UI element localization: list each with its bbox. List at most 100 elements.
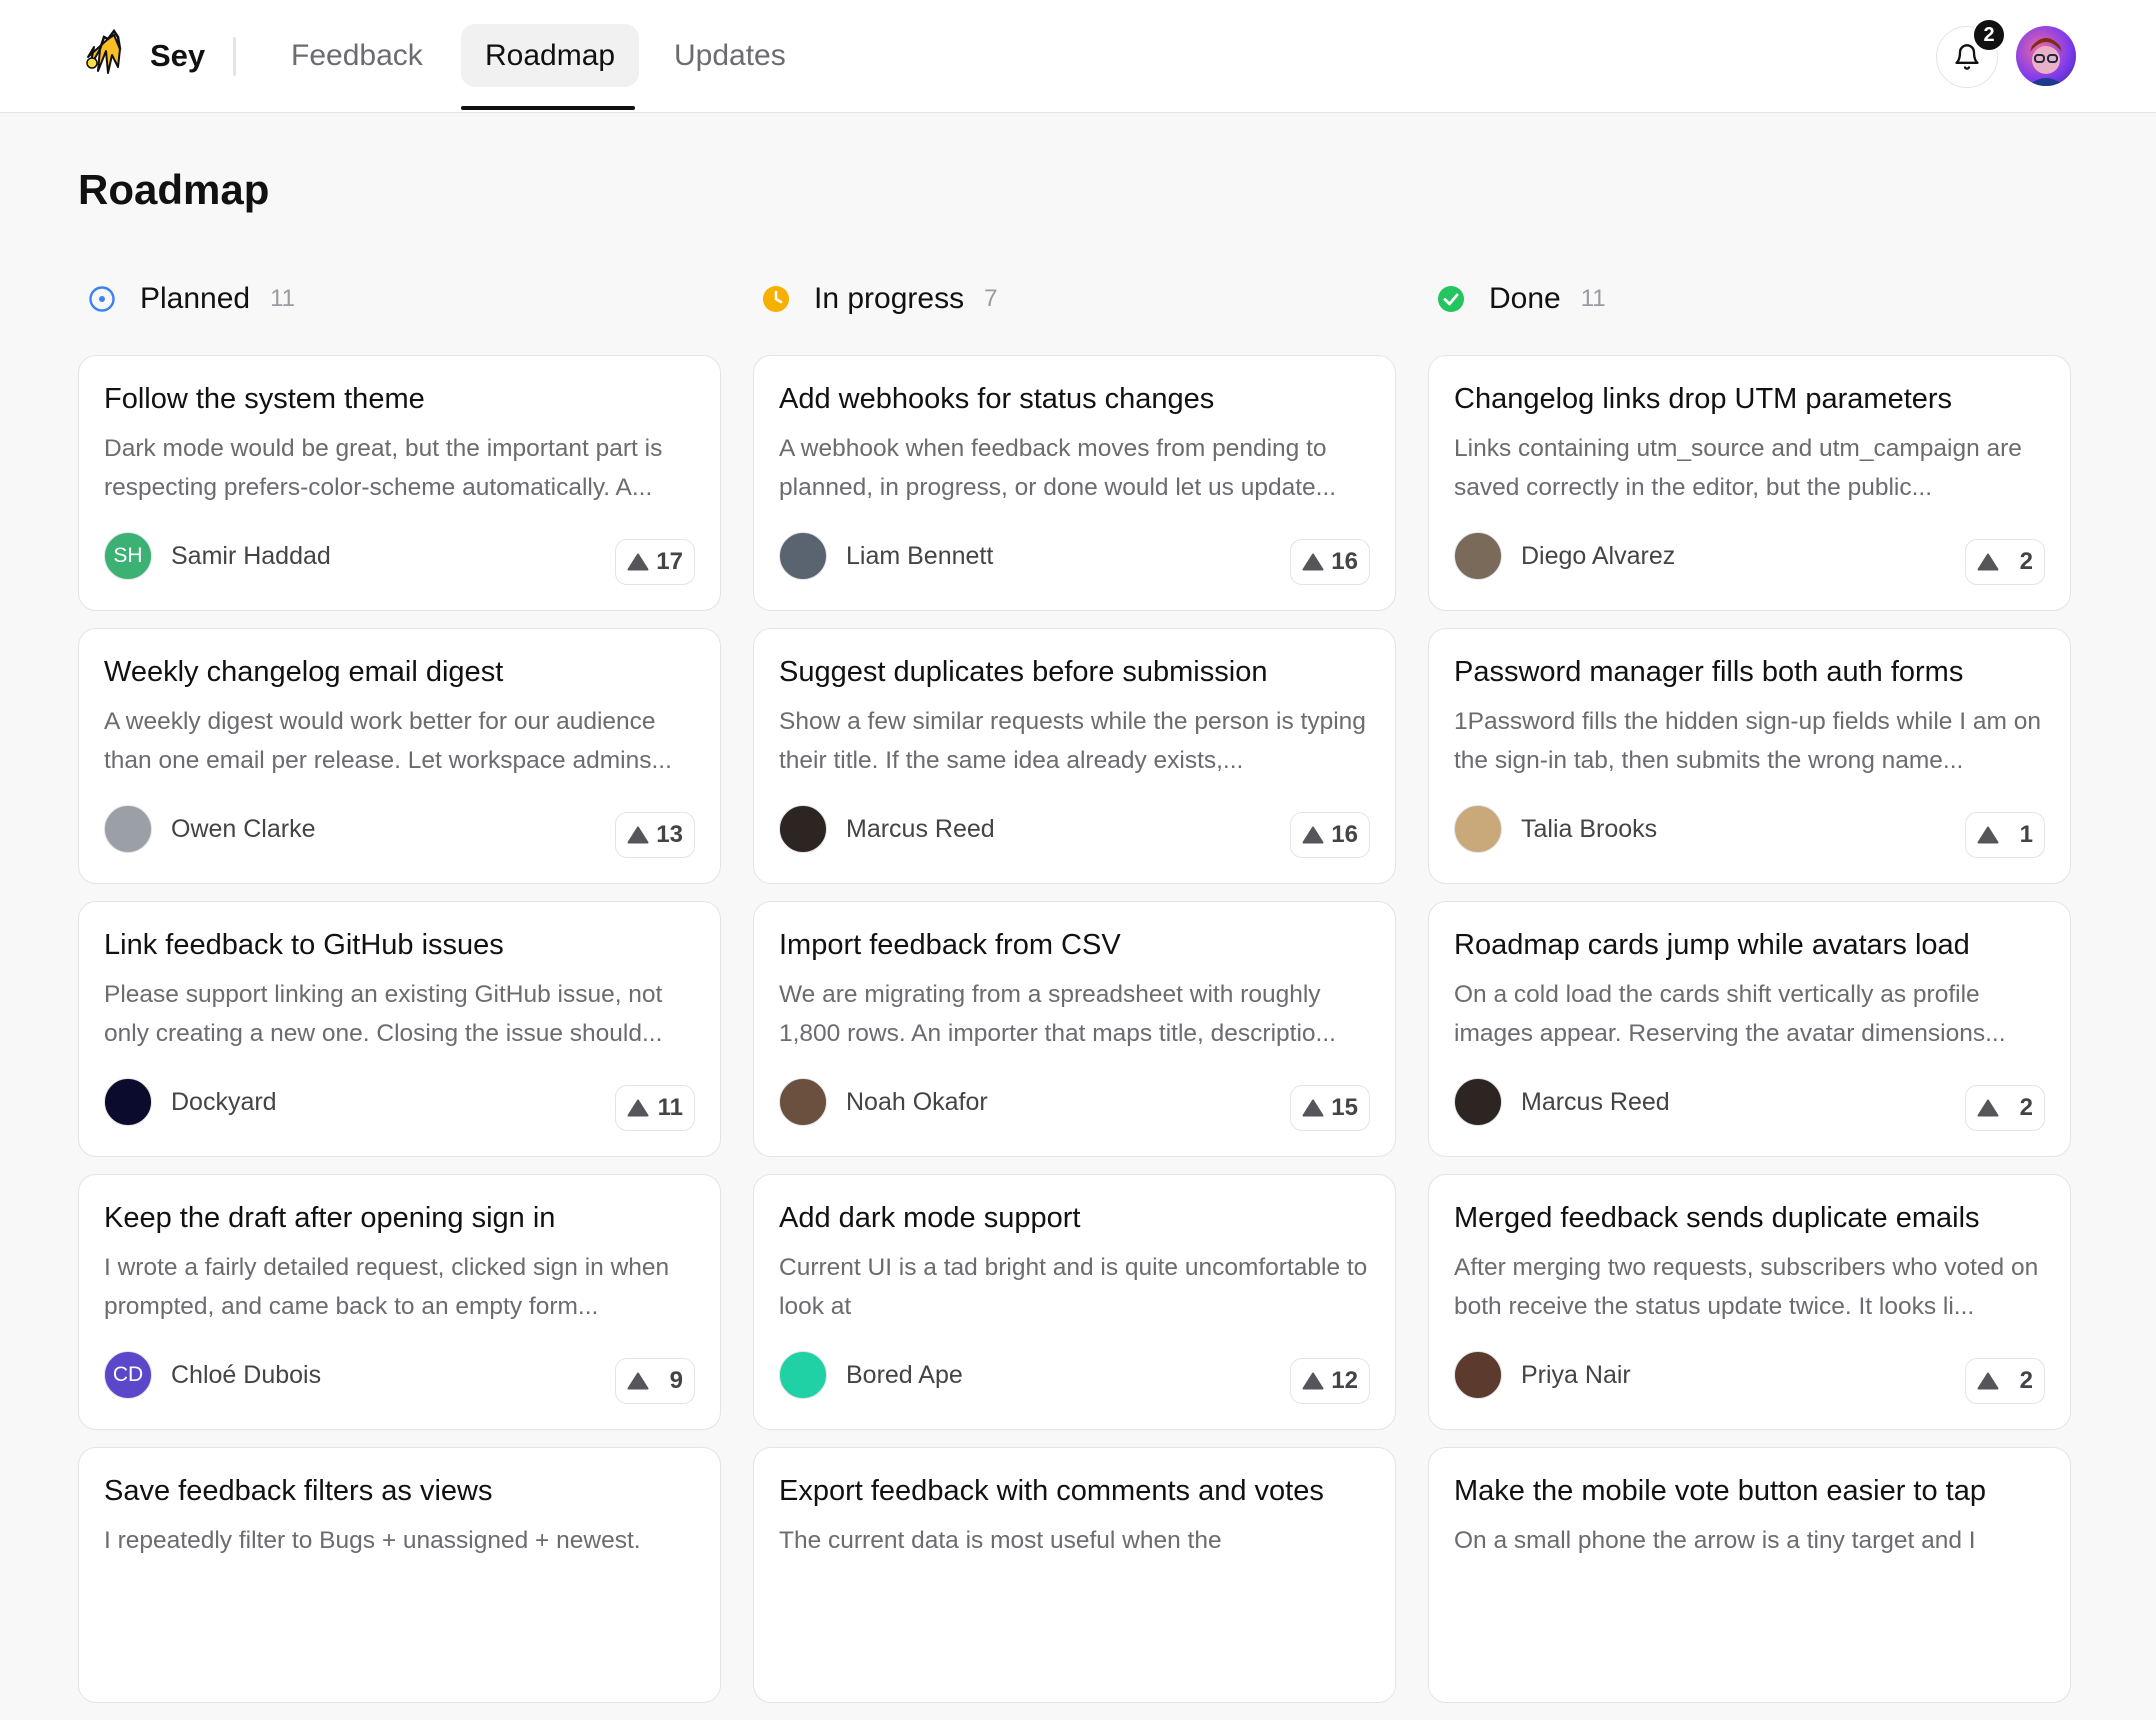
author-name: Owen Clarke [171, 814, 316, 843]
vote-count: 16 [1331, 548, 1358, 575]
upvote-triangle-icon [1977, 553, 1999, 571]
column-count: 11 [1580, 285, 1606, 312]
card-description: A weekly digest would work better for ou… [104, 708, 672, 774]
tab-updates[interactable]: Updates [650, 24, 810, 87]
card-description: We are migrating from a spreadsheet with… [779, 981, 1336, 1047]
column-done: Changelog links drop UTM parameters Link… [1428, 355, 2071, 1720]
card-title[interactable]: Import feedback from CSV [779, 929, 1375, 962]
author-avatar [104, 1078, 152, 1126]
card-title[interactable]: Export feedback with comments and votes [779, 1475, 1375, 1508]
card-title[interactable]: Password manager fills both auth forms [1454, 656, 2050, 689]
card-description: I wrote a fairly detailed request, click… [104, 1254, 670, 1320]
card-author: Bored Ape [779, 1350, 963, 1400]
card-author: CD Chloé Dubois [104, 1350, 321, 1400]
upvote-button[interactable]: 16 [1290, 812, 1370, 858]
roadmap-card[interactable]: Password manager fills both auth forms 1… [1428, 628, 2071, 884]
upvote-button[interactable]: 17 [615, 539, 695, 585]
page-title: Roadmap [78, 166, 270, 213]
card-description: 1Password fills the hidden sign-up field… [1454, 708, 2041, 774]
tab-roadmap[interactable]: Roadmap [461, 24, 640, 87]
author-name: Talia Brooks [1521, 814, 1658, 843]
column-in-progress: Add webhooks for status changes A webhoo… [753, 355, 1396, 1720]
vote-count: 11 [657, 1094, 683, 1121]
upvote-button[interactable]: 15 [1290, 1085, 1370, 1131]
author-avatar [1454, 1351, 1502, 1399]
card-title[interactable]: Keep the draft after opening sign in [104, 1202, 700, 1235]
dotted-circle-icon [89, 286, 115, 312]
upvote-triangle-icon [1977, 1372, 1999, 1390]
column-title: Done [1489, 282, 1561, 315]
card-author: Liam Bennett [779, 531, 993, 581]
card-title[interactable]: Suggest duplicates before submission [779, 656, 1375, 689]
card-description: Show a few similar requests while the pe… [779, 708, 1366, 774]
card-author: Priya Nair [1454, 1350, 1631, 1400]
card-title[interactable]: Save feedback filters as views [104, 1475, 700, 1508]
roadmap-card[interactable]: Add dark mode support Current UI is a ta… [753, 1174, 1396, 1430]
vote-count: 12 [1331, 1367, 1358, 1394]
card-author: Dockyard [104, 1077, 277, 1127]
upvote-button[interactable]: 9 [615, 1358, 695, 1404]
card-description: After merging two requests, subscribers … [1454, 1254, 2039, 1320]
roadmap-card[interactable]: Export feedback with comments and votes … [753, 1447, 1396, 1703]
hand-logo-icon[interactable] [78, 27, 134, 83]
roadmap-card[interactable]: Import feedback from CSV We are migratin… [753, 901, 1396, 1157]
card-title[interactable]: Add dark mode support [779, 1202, 1375, 1235]
roadmap-card[interactable]: Keep the draft after opening sign in I w… [78, 1174, 721, 1430]
card-description: Current UI is a tad bright and is quite … [779, 1254, 1368, 1320]
author-name: Samir Haddad [171, 541, 331, 570]
roadmap-card[interactable]: Merged feedback sends duplicate emails A… [1428, 1174, 2071, 1430]
card-title[interactable]: Link feedback to GitHub issues [104, 929, 700, 962]
vote-count: 15 [1331, 1094, 1358, 1121]
author-name: Liam Bennett [846, 541, 994, 570]
upvote-button[interactable]: 2 [1965, 539, 2045, 585]
tab-feedback[interactable]: Feedback [267, 24, 447, 87]
brand-divider [233, 37, 236, 76]
card-description: A webhook when feedback moves from pendi… [779, 435, 1337, 501]
card-title[interactable]: Roadmap cards jump while avatars load [1454, 929, 2050, 962]
vote-count: 1 [2019, 821, 2033, 848]
upvote-button[interactable]: 16 [1290, 539, 1370, 585]
column-header-done: Done 11 [1437, 278, 1606, 320]
card-author: Marcus Reed [1454, 1077, 1670, 1127]
upvote-button[interactable]: 2 [1965, 1085, 2045, 1131]
card-description: Please support linking an existing GitHu… [104, 981, 663, 1047]
upvote-button[interactable]: 11 [615, 1085, 695, 1131]
upvote-button[interactable]: 1 [1965, 812, 2045, 858]
card-title[interactable]: Follow the system theme [104, 383, 700, 416]
brand-name[interactable]: Sey [150, 38, 205, 74]
card-title[interactable]: Weekly changelog email digest [104, 656, 700, 689]
card-title[interactable]: Changelog links drop UTM parameters [1454, 383, 2050, 416]
author-name: Diego Alvarez [1521, 541, 1676, 570]
clock-icon [763, 286, 789, 312]
upvote-button[interactable]: 12 [1290, 1358, 1370, 1404]
card-title[interactable]: Add webhooks for status changes [779, 383, 1375, 416]
check-circle-icon [1438, 286, 1464, 312]
upvote-triangle-icon [1977, 826, 1999, 844]
upvote-triangle-icon [1302, 553, 1324, 571]
card-description: The current data is most useful when the [779, 1527, 1222, 1554]
author-avatar: CD [104, 1351, 152, 1399]
vote-count: 2 [2019, 548, 2033, 575]
upvote-triangle-icon [1302, 1372, 1324, 1390]
roadmap-card[interactable]: Follow the system theme Dark mode would … [78, 355, 721, 611]
column-title: In progress [814, 282, 965, 315]
roadmap-card[interactable]: Suggest duplicates before submission Sho… [753, 628, 1396, 884]
roadmap-card[interactable]: Roadmap cards jump while avatars load On… [1428, 901, 2071, 1157]
roadmap-card[interactable]: Weekly changelog email digest A weekly d… [78, 628, 721, 884]
roadmap-card[interactable]: Changelog links drop UTM parameters Link… [1428, 355, 2071, 611]
roadmap-card[interactable]: Save feedback filters as views I repeate… [78, 1447, 721, 1703]
roadmap-card[interactable]: Add webhooks for status changes A webhoo… [753, 355, 1396, 611]
card-title[interactable]: Merged feedback sends duplicate emails [1454, 1202, 2050, 1235]
vote-count: 13 [656, 821, 683, 848]
author-avatar [779, 532, 827, 580]
card-author: Owen Clarke [104, 804, 316, 854]
roadmap-card[interactable]: Make the mobile vote button easier to ta… [1428, 1447, 2071, 1703]
card-title[interactable]: Make the mobile vote button easier to ta… [1454, 1475, 2050, 1508]
upvote-button[interactable]: 13 [615, 812, 695, 858]
upvote-button[interactable]: 2 [1965, 1358, 2045, 1404]
roadmap-card[interactable]: Link feedback to GitHub issues Please su… [78, 901, 721, 1157]
user-avatar[interactable] [2016, 26, 2076, 86]
card-description: Dark mode would be great, but the import… [104, 435, 663, 501]
author-avatar [1454, 1078, 1502, 1126]
card-description: On a small phone the arrow is a tiny tar… [1454, 1527, 1976, 1554]
